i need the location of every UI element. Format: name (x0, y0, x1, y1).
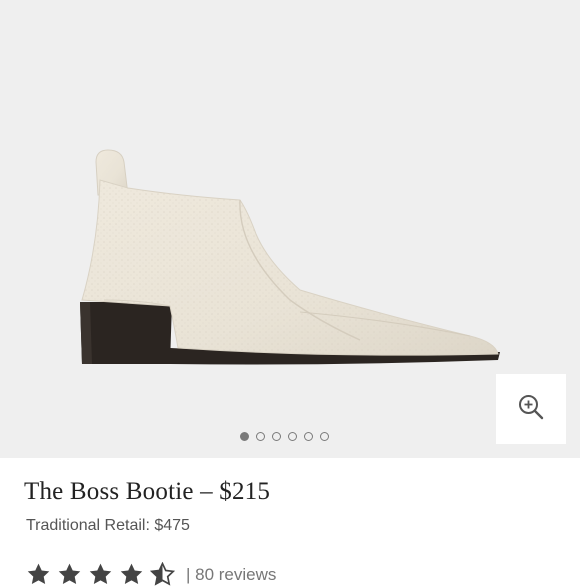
gallery-pagination (240, 432, 329, 441)
zoom-button[interactable] (496, 374, 566, 444)
star-full-icon (88, 562, 113, 587)
gallery-dot[interactable] (240, 432, 249, 441)
gallery-dot[interactable] (304, 432, 313, 441)
traditional-retail-price: Traditional Retail: $475 (26, 517, 190, 534)
reviews-link[interactable]: | 80 reviews (186, 565, 276, 585)
gallery-dot[interactable] (256, 432, 265, 441)
gallery-dot[interactable] (320, 432, 329, 441)
gallery-dot[interactable] (272, 432, 281, 441)
star-half-icon (150, 562, 175, 587)
zoom-in-icon (517, 393, 545, 426)
star-rating[interactable] (26, 562, 175, 587)
star-full-icon (119, 562, 144, 587)
product-image (80, 149, 500, 365)
product-title: The Boss Bootie – $215 (24, 478, 271, 505)
star-full-icon (57, 562, 82, 587)
gallery-dot[interactable] (288, 432, 297, 441)
star-full-icon (26, 562, 51, 587)
product-image-gallery[interactable] (0, 0, 580, 458)
